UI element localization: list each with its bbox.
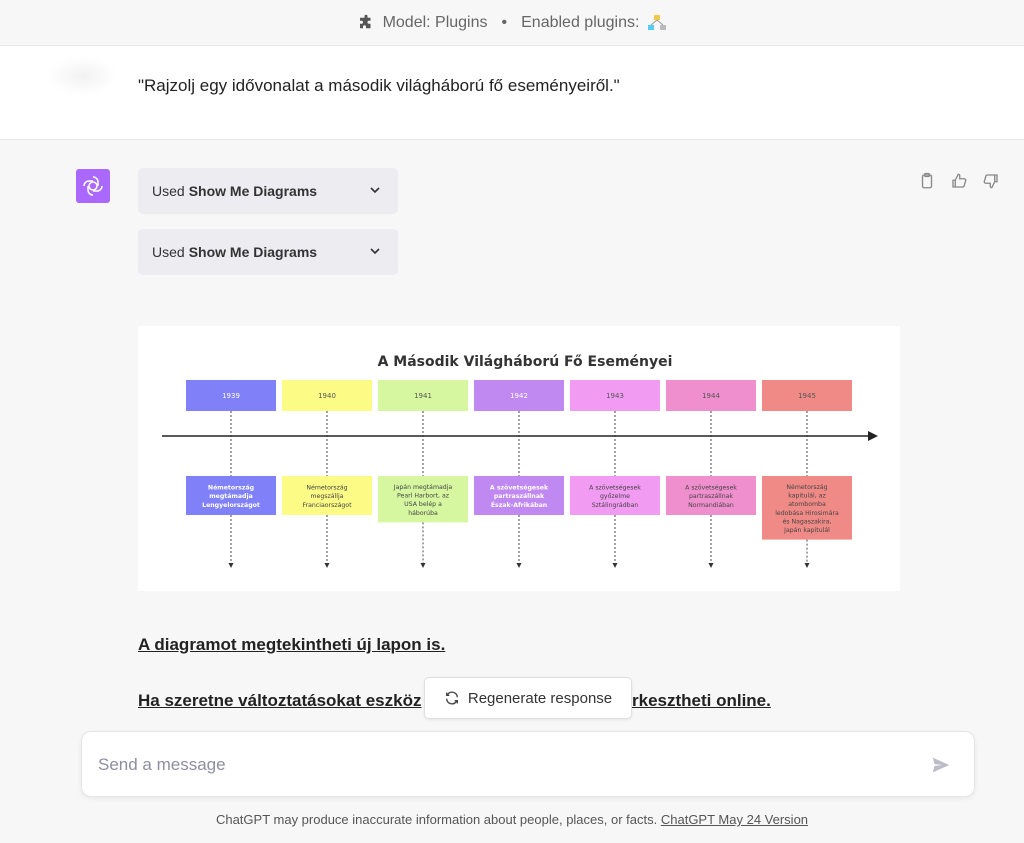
refresh-icon (445, 691, 458, 705)
copy-icon[interactable] (918, 172, 936, 190)
plugin-call-name: Show Me Diagrams (188, 244, 318, 260)
arrow-down-icon (420, 563, 426, 568)
arrow-down-icon (708, 563, 714, 568)
event-description: A szövetségesek (685, 484, 737, 492)
event-description: győzelme (600, 491, 630, 500)
event-description: megszállja (311, 492, 344, 500)
view-new-tab-link[interactable]: A diagramot megtekintheti új lapon is. (138, 635, 445, 655)
event-description: Japán megtámadja (393, 483, 453, 491)
thumbs-down-icon[interactable] (982, 172, 1000, 190)
edit-online-link-start[interactable]: Ha szeretne változtatásokat eszköz (138, 691, 421, 711)
event-description: Németország (306, 484, 347, 492)
message-composer (81, 731, 975, 797)
plugin-call-prefix: Used (152, 244, 185, 260)
event-description: Japán kapitulál (783, 526, 830, 534)
year-label: 1945 (798, 392, 816, 400)
timeline-event: 1939 NémetországmegtámadjaLengyelországot (186, 380, 276, 568)
year-label: 1940 (318, 392, 336, 400)
event-description: Sztálingrádban (592, 501, 639, 509)
thumbs-up-icon[interactable] (950, 172, 968, 190)
chevron-down-icon (370, 248, 380, 255)
plugin-call-toggle[interactable]: Used Show Me Diagrams (138, 229, 398, 275)
event-description: A szövetségesek (589, 484, 641, 492)
regenerate-label: Regenerate response (467, 689, 613, 707)
chevron-down-icon (370, 187, 380, 194)
event-description: Normandiában (688, 501, 734, 509)
separator-dot: • (501, 13, 508, 31)
user-avatar (48, 56, 118, 96)
event-description: Észak-Afrikában (491, 500, 547, 509)
enabled-plugins-label: Enabled plugins: (521, 13, 640, 31)
event-description: kapitulál, az (788, 492, 825, 500)
arrow-down-icon (612, 563, 618, 568)
version-link[interactable]: ChatGPT May 24 Version (661, 812, 808, 827)
year-label: 1944 (702, 392, 720, 400)
event-description: ledobása Hirosimára (775, 509, 839, 517)
arrow-down-icon (516, 563, 522, 568)
message-input[interactable] (98, 750, 918, 780)
arrow-down-icon (804, 563, 810, 568)
plugin-call-prefix: Used (152, 183, 185, 199)
timeline-event: 1944 A szövetségesekpartraszállnakNormand… (666, 380, 756, 568)
diagram-title: A Második Világháború Fő Eseményei (378, 354, 673, 370)
event-description: USA belép a (404, 500, 442, 508)
event-description: Németország (208, 484, 254, 492)
timeline-event: 1941 Japán megtámadja Pearl Harbort, azUSA… (378, 380, 468, 568)
event-description: háborúba (408, 509, 438, 517)
event-description: A szövetségesek (490, 484, 549, 492)
event-description: Lengyelországot (202, 501, 260, 509)
timeline-svg: A Második Világháború Fő Eseményei 1939 N… (162, 354, 878, 568)
timeline-event: 1940 NémetországmegszálljaFranciaországot (282, 380, 372, 568)
show-me-plugin-icon[interactable] (647, 14, 667, 32)
chatgpt-avatar (76, 169, 110, 203)
timeline-event: 1942 A szövetségesekpartraszállnakÉszak-A… (474, 380, 564, 568)
timeline-event: 1945 Németországkapitulál, azatombombaled… (762, 380, 852, 568)
year-label: 1943 (606, 392, 624, 400)
event-description: Németország (786, 483, 827, 491)
event-description: Pearl Harbort, az (397, 493, 449, 500)
model-label: Model: Plugins (382, 13, 488, 31)
year-label: 1942 (510, 392, 528, 400)
plugin-call-toggle[interactable]: Used Show Me Diagrams (138, 168, 398, 214)
regenerate-response-button[interactable]: Regenerate response (424, 677, 632, 719)
user-message-text: "Rajzolj egy idővonalat a második világh… (138, 76, 620, 95)
puzzle-icon (359, 14, 371, 28)
event-description: partraszállnak (494, 492, 545, 500)
year-label: 1939 (222, 392, 240, 400)
disclaimer-text: ChatGPT may produce inaccurate informati… (215, 812, 658, 827)
user-message-row: "Rajzolj egy idővonalat a második világh… (0, 46, 1024, 140)
event-description: partraszállnak (689, 492, 733, 500)
year-label: 1941 (414, 392, 432, 400)
arrow-down-icon (228, 563, 234, 568)
model-header: Model: Plugins • Enabled plugins: (0, 0, 1024, 46)
send-icon[interactable] (930, 754, 952, 776)
timeline-event: 1943 A szövetségesekgyőzelmeSztálingrádba… (570, 380, 660, 568)
event-description: Franciaországot (302, 501, 352, 509)
timeline-events: 1939NémetországmegtámadjaLengyelországot… (186, 380, 852, 568)
footer-disclaimer: ChatGPT may produce inaccurate informati… (0, 812, 1024, 827)
timeline-arrow-icon (868, 431, 878, 441)
message-actions (918, 172, 1000, 190)
plugin-call-name: Show Me Diagrams (188, 183, 318, 199)
openai-logo-icon (83, 176, 103, 196)
event-description: atombomba (788, 501, 826, 508)
edit-online-link-end[interactable]: rkesztheti online. (632, 691, 771, 711)
event-description: megtámadja (209, 492, 253, 500)
arrow-down-icon (324, 563, 330, 568)
event-description: és Nagaszakira, (782, 517, 831, 525)
timeline-diagram[interactable]: A Második Világháború Fő Eseményei 1939 N… (138, 326, 900, 591)
